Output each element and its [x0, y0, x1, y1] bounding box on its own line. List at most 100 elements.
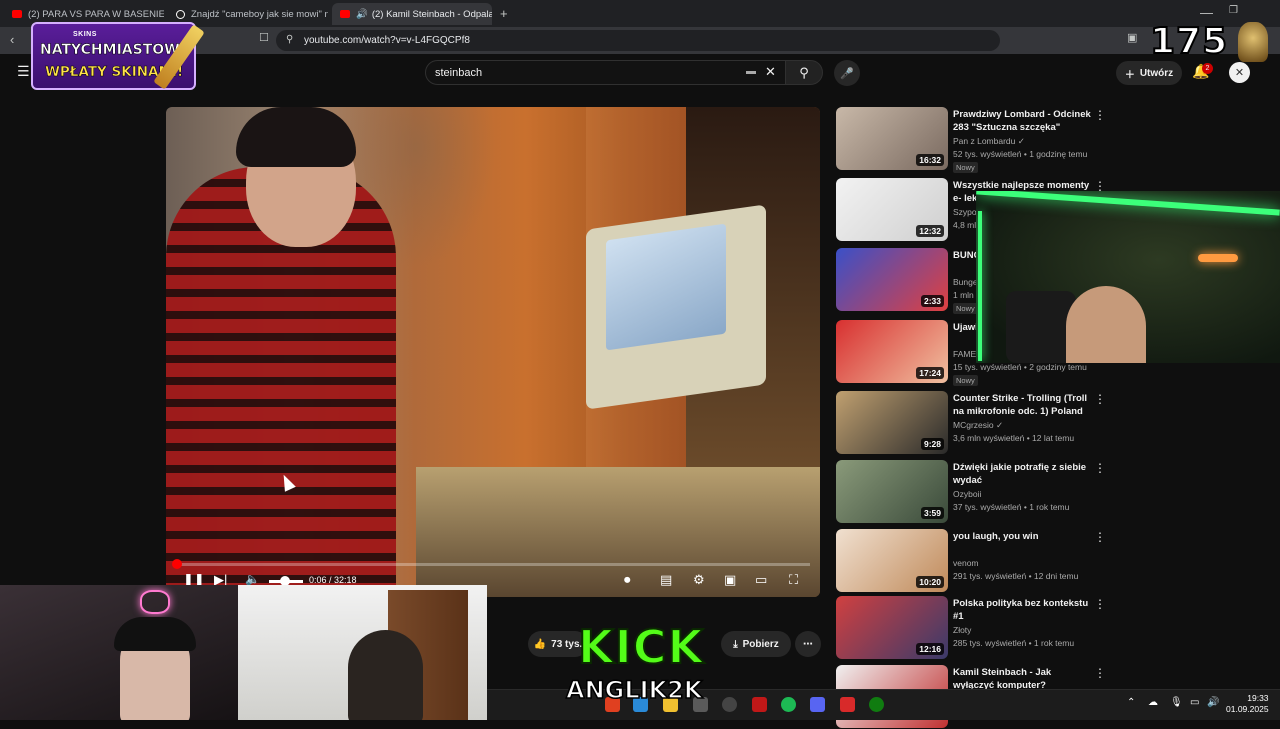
led-strip — [976, 191, 1280, 216]
tab-label: Znajdź "cameboy jak sie mowi" na Ti — [191, 8, 328, 20]
recommendation-title[interactable]: Polska polityka bez kontekstu #1 — [953, 597, 1093, 623]
more-options-icon[interactable]: ⋮ — [1094, 666, 1106, 680]
cap — [114, 617, 196, 651]
video-player[interactable] — [166, 107, 820, 597]
more-options-icon[interactable]: ⋮ — [1094, 530, 1106, 544]
clear-search-icon[interactable]: ✕ — [765, 64, 776, 80]
channel-name[interactable]: Szypo — [953, 207, 977, 217]
avatar[interactable]: ✕ — [1229, 62, 1250, 83]
progress-bar[interactable] — [176, 563, 810, 566]
video-thumbnail[interactable]: 2:33 — [836, 248, 948, 311]
xbox-icon[interactable] — [869, 697, 884, 712]
recommendation-item[interactable]: 10:20 you laugh, you win venom 291 tys. wyś… — [836, 529, 1106, 593]
mic-tray-icon[interactable]: 🎙 — [1170, 697, 1183, 708]
address-bar[interactable]: ⚲ youtube.com/watch?v=v-L4FGQCPf8 — [276, 30, 1000, 51]
tab-label: (2) PARA VS PARA W BASENIE - YouT — [28, 8, 164, 20]
video-meta: 1 mln — [953, 290, 974, 300]
more-actions-button[interactable]: ⋯ — [795, 631, 821, 657]
discord-icon[interactable] — [810, 697, 825, 712]
autoplay-toggle-icon[interactable]: ⏺ — [624, 573, 631, 586]
fullscreen-icon[interactable]: ⛶ — [789, 573, 798, 586]
create-label: Utwórz — [1139, 67, 1174, 79]
volume-tray-icon[interactable]: 🔊 — [1207, 697, 1219, 708]
recommendation-title[interactable]: Dźwięki jakie potrafię z siebie wydać — [953, 461, 1093, 487]
video-thumbnail[interactable]: 12:16 — [836, 596, 948, 659]
search-button[interactable]: ⚲ — [785, 60, 823, 85]
progress-scrubber[interactable] — [172, 559, 182, 569]
youtube-favicon-icon — [12, 10, 22, 18]
channel-name[interactable]: Ozyboii — [953, 489, 981, 499]
video-frame-screen — [606, 223, 726, 351]
subtitles-icon[interactable]: ▤ — [660, 573, 672, 586]
create-button[interactable]: ＋ Utwórz — [1116, 61, 1182, 85]
channel-name[interactable]: Złoty — [953, 625, 971, 635]
recommendation-item[interactable]: 16:32 Prawdziwy Lombard - Odcinek 283 "Sz… — [836, 107, 1106, 173]
new-badge: Nowy — [953, 162, 978, 173]
more-options-icon[interactable]: ⋮ — [1094, 108, 1106, 122]
more-options-icon[interactable]: ⋮ — [1094, 461, 1106, 475]
channel-name[interactable]: MCgrzesio ✓ — [953, 420, 1003, 431]
more-options-icon[interactable]: ⋮ — [1094, 597, 1106, 611]
video-thumbnail[interactable]: 9:28 — [836, 391, 948, 454]
video-thumbnail[interactable]: 16:32 — [836, 107, 948, 170]
video-meta: 37 tys. wyświetleń • 1 rok temu — [953, 502, 1070, 512]
video-thumbnail[interactable]: 12:32 — [836, 178, 948, 241]
recommendation-title[interactable]: you laugh, you win — [953, 530, 1093, 543]
voice-search-button[interactable]: 🎤 — [834, 60, 860, 86]
video-frame-hair — [236, 107, 356, 167]
tray-chevron-icon[interactable]: ⌃ — [1127, 697, 1135, 708]
keyboard-icon[interactable]: ▬ — [746, 66, 756, 77]
channel-name[interactable]: FAME — [953, 349, 976, 359]
site-info-icon[interactable]: ⚲ — [286, 34, 293, 45]
download-button[interactable]: ⤓ Pobierz — [721, 631, 791, 657]
plus-icon: ＋ — [1124, 69, 1135, 81]
guest-person — [348, 630, 423, 720]
duration-badge: 17:24 — [916, 367, 944, 379]
bookmark-icon[interactable]: ☐ — [259, 33, 269, 44]
volume-icon[interactable]: 🔈 — [245, 573, 260, 585]
video-thumbnail[interactable]: 3:59 — [836, 460, 948, 523]
recommendation-title[interactable]: Prawdziwy Lombard - Odcinek 283 "Sztuczn… — [953, 108, 1093, 134]
tab-kamil-steinbach[interactable]: 🔊 (2) Kamil Steinbach - Odpala ✕ — [332, 3, 492, 25]
video-meta: 52 tys. wyświetleń • 1 godzinę temu — [953, 149, 1088, 159]
channel-name[interactable]: Pan z Lombardu ✓ — [953, 136, 1025, 147]
streamer-person — [1066, 286, 1146, 363]
webcam-overlay-left — [0, 585, 240, 720]
channel-name[interactable]: Bunge — [953, 277, 978, 287]
theater-icon[interactable]: ▭ — [755, 573, 767, 586]
search-input[interactable]: steinbach ▬ ✕ — [425, 60, 787, 85]
parrot-icon — [1238, 22, 1268, 62]
recommendation-title[interactable]: Counter Strike - Trolling (Troll na mikr… — [953, 392, 1093, 418]
minimize-icon[interactable]: — — [1200, 6, 1213, 19]
app-icon[interactable] — [752, 697, 767, 712]
menu-icon[interactable]: ☰ — [17, 64, 30, 78]
channel-name[interactable]: venom — [953, 558, 979, 568]
recommendation-item[interactable]: 3:59 Dźwięki jakie potrafię z siebie wyda… — [836, 460, 1106, 524]
app-icon[interactable] — [840, 697, 855, 712]
timecode: 0:06 / 32:18 — [309, 575, 357, 585]
video-thumbnail[interactable]: 10:20 — [836, 529, 948, 592]
network-icon[interactable]: ▭ — [1190, 697, 1199, 708]
settings-icon[interactable]: ⚙ — [693, 573, 705, 586]
led-strip — [978, 211, 982, 361]
duration-badge: 9:28 — [920, 438, 944, 450]
more-options-icon[interactable]: ⋮ — [1094, 392, 1106, 406]
restore-icon[interactable]: ❐ — [1229, 6, 1238, 16]
more-icon: ⋯ — [803, 638, 813, 650]
recommendation-item[interactable]: 9:28 Counter Strike - Trolling (Troll na … — [836, 391, 1106, 455]
cloud-icon[interactable]: ☁ — [1148, 697, 1158, 708]
back-icon[interactable]: ‹ — [10, 33, 14, 46]
new-badge: Nowy — [953, 303, 978, 314]
video-thumbnail[interactable]: 17:24 — [836, 320, 948, 383]
duration-badge: 16:32 — [916, 154, 944, 166]
sponsor-brand: SKINS — [73, 31, 97, 38]
spotify-icon[interactable] — [781, 697, 796, 712]
system-clock[interactable]: 19:33 01.09.2025 — [1226, 693, 1269, 715]
video-meta: 3,6 mln wyświetleń • 12 lat temu — [953, 433, 1075, 443]
new-tab-icon[interactable]: + — [500, 7, 508, 20]
sidebar-icon[interactable]: ▣ — [1127, 33, 1137, 44]
miniplayer-icon[interactable]: ▣ — [724, 573, 736, 586]
app-icon[interactable] — [722, 697, 737, 712]
recommendation-item[interactable]: 12:16 Polska polityka bez kontekstu #1 Zło… — [836, 596, 1106, 660]
duration-badge: 12:16 — [916, 643, 944, 655]
